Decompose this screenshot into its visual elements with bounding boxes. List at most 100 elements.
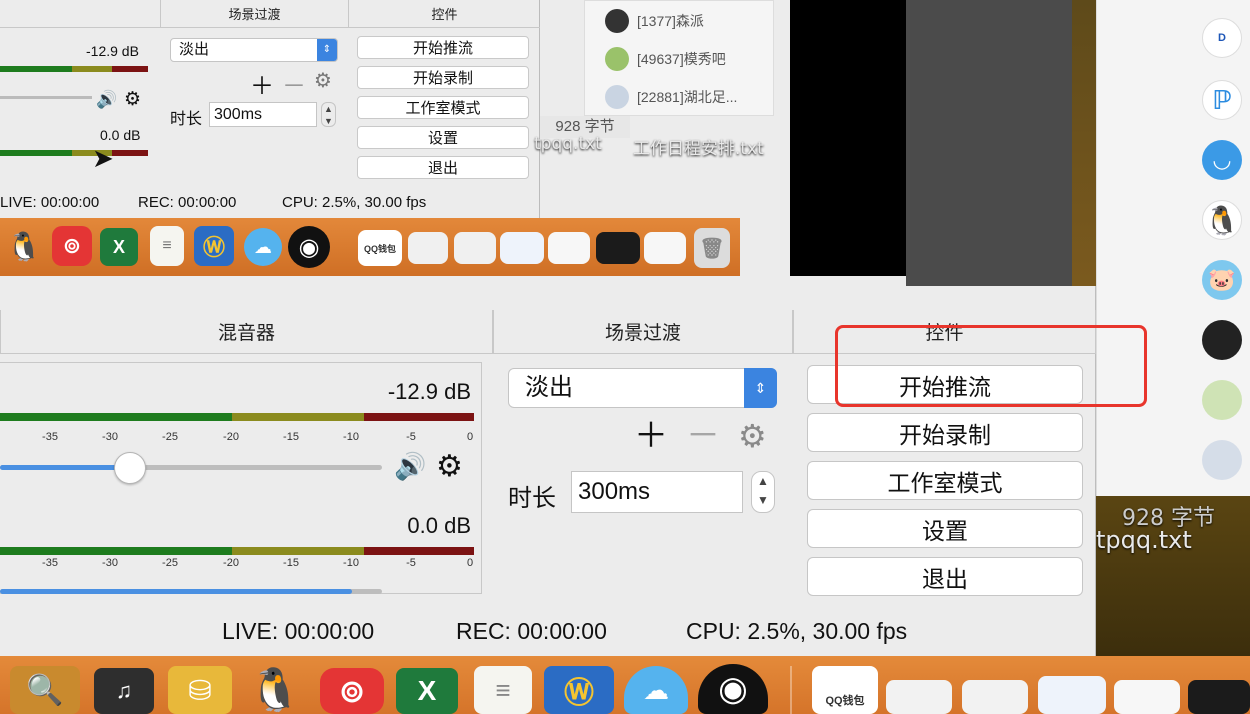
inner-chat-item[interactable]: [49637]模秀吧 bbox=[605, 47, 726, 71]
obs-icon[interactable]: ◉ bbox=[288, 226, 330, 268]
avatar bbox=[605, 85, 629, 109]
inner-transition-gear-icon[interactable]: ⚙ bbox=[314, 68, 332, 93]
remove-transition-icon[interactable]: － bbox=[686, 416, 720, 456]
inner-obs-window: 场景过渡 控件 -12.9 dB 🔊 ⚙ 0.0 dB ➤ 淡出 ⇕ ＋ － ⚙… bbox=[0, 0, 540, 218]
window-thumbnail[interactable] bbox=[1114, 680, 1180, 714]
app-icon[interactable]: ◡ bbox=[1202, 140, 1242, 180]
inner-db-top: -12.9 dB bbox=[86, 43, 139, 59]
terminal-thumbnail[interactable] bbox=[1188, 680, 1250, 714]
transition-gear-icon[interactable]: ⚙ bbox=[738, 416, 767, 456]
speaker-icon[interactable]: 🔊 bbox=[394, 451, 426, 482]
window-thumbnail[interactable] bbox=[548, 232, 590, 264]
inner-duration-input[interactable]: 300ms bbox=[209, 102, 317, 127]
app-icon[interactable]: Ⓦ bbox=[544, 666, 614, 714]
inner-chat-name: [49637]模秀吧 bbox=[637, 51, 726, 67]
inner-status-rec: REC: 00:00:00 bbox=[138, 194, 237, 211]
inner-gray-panel bbox=[906, 0, 1072, 286]
window-thumbnail[interactable] bbox=[454, 232, 496, 264]
qq-icon[interactable]: 🐧 bbox=[1202, 200, 1242, 240]
window-thumbnail[interactable] bbox=[962, 680, 1028, 714]
gear-icon[interactable]: ⚙ bbox=[436, 449, 463, 484]
inner-file-name[interactable]: tpqq.txt bbox=[534, 134, 602, 154]
inner-start-recording-button[interactable]: 开始录制 bbox=[357, 66, 529, 89]
inner-gear-icon[interactable]: ⚙ bbox=[124, 88, 141, 111]
terminal-thumbnail[interactable] bbox=[596, 232, 640, 264]
transition-value: 淡出 bbox=[525, 374, 573, 401]
start-recording-button[interactable]: 开始录制 bbox=[807, 413, 1083, 452]
inner-file-name[interactable]: 工作日程安排.txt bbox=[633, 134, 764, 159]
inner-transition-select[interactable]: 淡出 ⇕ bbox=[170, 38, 338, 62]
db-top: -12.9 dB bbox=[387, 379, 471, 404]
inner-settings-button[interactable]: 设置 bbox=[357, 126, 529, 149]
chat-app-icon[interactable]: ☁ bbox=[244, 228, 282, 266]
transition-select[interactable]: 淡出 ⇕ bbox=[508, 368, 777, 408]
inner-start-streaming-button[interactable]: 开始推流 bbox=[357, 36, 529, 59]
inner-studio-mode-button[interactable]: 工作室模式 bbox=[357, 96, 529, 119]
app-icon[interactable]: Ⓦ bbox=[194, 226, 234, 266]
file-name-label[interactable]: tpqq.txt bbox=[1096, 526, 1192, 554]
app-icon[interactable]: ℙ bbox=[1202, 80, 1242, 120]
avatar[interactable] bbox=[1202, 320, 1242, 360]
avatar bbox=[605, 47, 629, 71]
meter-tick-label: 0 bbox=[466, 431, 474, 443]
archive-app-icon[interactable]: ⛁ bbox=[168, 666, 232, 714]
textedit-icon[interactable]: ≡ bbox=[150, 226, 184, 266]
inner-exit-button[interactable]: 退出 bbox=[357, 156, 529, 179]
window-thumbnail[interactable] bbox=[1038, 676, 1106, 714]
textedit-icon[interactable]: ≡ bbox=[474, 666, 532, 714]
status-rec: REC: 00:00:00 bbox=[456, 618, 607, 644]
volume-slider-knob[interactable] bbox=[114, 452, 146, 484]
inner-chat-item[interactable]: [1377]森派 bbox=[605, 9, 704, 33]
window-thumbnail[interactable] bbox=[644, 232, 686, 264]
qq-icon[interactable]: 🐧 bbox=[244, 666, 306, 714]
inner-duration-stepper[interactable]: ▲ ▼ bbox=[321, 102, 336, 127]
qq-wallet-window-thumbnail[interactable]: QQ钱包 bbox=[812, 666, 878, 714]
duration-stepper[interactable]: ▲ ▼ bbox=[751, 471, 775, 513]
mixer-panel: -12.9 dB -35 -30 -25 -20 -15 -10 -5 0 🔊 ⚙ 0.0 d… bbox=[0, 362, 482, 594]
inner-meter-top bbox=[0, 66, 148, 72]
netease-music-icon[interactable]: ⊚ bbox=[52, 226, 92, 266]
trash-icon[interactable]: 🗑 bbox=[694, 228, 730, 268]
excel-icon[interactable]: X bbox=[396, 668, 458, 714]
inner-duration-label: 时长 bbox=[170, 111, 203, 128]
avatar[interactable] bbox=[1202, 440, 1242, 480]
window-thumbnail[interactable] bbox=[408, 232, 448, 264]
obs-icon[interactable]: ◉ bbox=[698, 664, 768, 714]
piano-app-icon[interactable]: ♫ bbox=[94, 668, 154, 714]
meter-tick-label: -5 bbox=[406, 431, 416, 443]
inner-add-icon[interactable]: ＋ bbox=[250, 66, 274, 101]
inner-transition-value: 淡出 bbox=[179, 41, 210, 58]
window-thumbnail[interactable] bbox=[500, 232, 544, 264]
meter-tick-label: -15 bbox=[283, 431, 299, 443]
mouse-cursor-icon: ➤ bbox=[92, 143, 114, 173]
inner-speaker-icon[interactable]: 🔊 bbox=[96, 90, 117, 110]
avatar[interactable]: 🐷 bbox=[1202, 260, 1242, 300]
add-transition-icon[interactable]: ＋ bbox=[634, 416, 668, 456]
avatar[interactable] bbox=[1202, 380, 1242, 420]
inner-chat-item[interactable]: [22881]湖北足... bbox=[605, 85, 737, 109]
meter-tick-label: -10 bbox=[343, 431, 359, 443]
excel-icon[interactable]: X bbox=[100, 228, 138, 266]
chat-app-icon[interactable]: ☁ bbox=[624, 666, 688, 714]
meter-tick-label: -25 bbox=[162, 557, 178, 569]
qq-wallet-window-thumbnail[interactable]: QQ钱包 bbox=[358, 230, 402, 266]
app-icon[interactable]: D bbox=[1202, 18, 1242, 58]
inner-chat-name: [22881]湖北足... bbox=[637, 89, 738, 105]
inner-remove-icon[interactable]: － bbox=[282, 66, 306, 101]
meter-tick-label: -15 bbox=[283, 557, 299, 569]
meter-tick-label: -35 bbox=[42, 557, 58, 569]
exit-button[interactable]: 退出 bbox=[807, 557, 1083, 596]
netease-music-icon[interactable]: ⊚ bbox=[320, 668, 384, 714]
settings-button[interactable]: 设置 bbox=[807, 509, 1083, 548]
status-cpu: CPU: 2.5%, 30.00 fps bbox=[686, 618, 908, 644]
inner-slider-top[interactable] bbox=[0, 96, 92, 99]
mixer-header: 混音器 bbox=[0, 310, 493, 354]
inner-chat-name: [1377]森派 bbox=[637, 13, 704, 29]
studio-mode-button[interactable]: 工作室模式 bbox=[807, 461, 1083, 500]
duration-label: 时长 bbox=[508, 485, 556, 512]
duration-input[interactable]: 300ms bbox=[571, 471, 743, 513]
preview-icon[interactable]: 🔍 bbox=[10, 666, 80, 714]
window-thumbnail[interactable] bbox=[886, 680, 952, 714]
right-app-list bbox=[1096, 0, 1250, 496]
qq-icon[interactable]: 🐧 bbox=[6, 226, 42, 266]
